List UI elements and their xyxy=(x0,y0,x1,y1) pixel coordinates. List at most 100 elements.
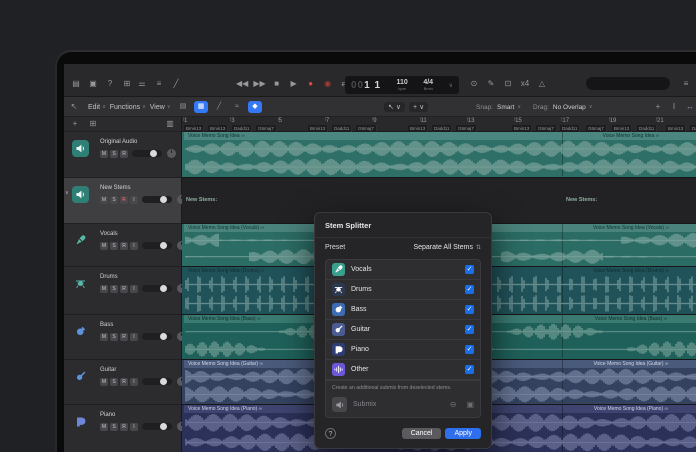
mute-button[interactable]: M xyxy=(100,149,108,158)
mute-button[interactable]: M xyxy=(100,241,108,250)
chord-marker[interactable]: Bmin13 xyxy=(666,125,687,132)
lcd-display[interactable]: 001 1 110 bpm 4/4 Bmin ∨ xyxy=(345,76,459,94)
record-enable-button[interactable]: R xyxy=(120,241,128,250)
chord-marker[interactable]: Dadd11 xyxy=(560,125,581,132)
snap-selector[interactable]: Smart ∨ xyxy=(497,104,521,111)
volume-knob[interactable] xyxy=(150,150,157,157)
chord-marker[interactable]: G6maj7 xyxy=(356,125,377,132)
stem-row-vocals[interactable]: Vocals ✓ xyxy=(326,260,480,280)
audio-region[interactable]: Voice Memo Song Idea ∞ Voice Memo Song Id… xyxy=(184,132,696,176)
solo-button[interactable]: S xyxy=(110,149,118,158)
stem-checkbox[interactable]: ✓ xyxy=(465,345,474,354)
record-enable-button[interactable]: R xyxy=(120,284,128,293)
chord-marker[interactable]: Dadd11 xyxy=(432,125,453,132)
crosshair-icon[interactable]: + xyxy=(652,100,664,114)
tuner-icon[interactable]: ⊙ xyxy=(468,77,480,91)
input-monitor-button[interactable]: I xyxy=(130,284,138,293)
regions-view-icon[interactable]: ▦ xyxy=(194,101,208,113)
stack-disclosure-icon[interactable]: ∨ xyxy=(65,190,69,196)
apply-button[interactable]: Apply xyxy=(445,428,481,439)
bar-ruler[interactable]: 1 3 5 7 9 11 13 15 17 19 21 Bmin13 Bmin13 Dadd11 G6maj… xyxy=(182,117,696,132)
chord-marker[interactable]: Bmin13 xyxy=(308,125,329,132)
quick-help-icon[interactable]: ? xyxy=(104,77,116,91)
chord-marker[interactable]: G6maj7 xyxy=(536,125,557,132)
chord-marker[interactable]: Bmin13 xyxy=(184,125,205,132)
input-monitor-button[interactable]: I xyxy=(130,332,138,341)
chord-marker[interactable]: Bmin13 xyxy=(208,125,229,132)
track-header-vocals[interactable]: Vocals M S R I xyxy=(64,224,186,267)
preset-dropdown[interactable]: Separate All Stems ⇅ xyxy=(413,244,481,251)
record-enable-button[interactable]: R xyxy=(120,195,128,204)
track-header-bass[interactable]: Bass M S R I xyxy=(64,315,186,360)
solo-button[interactable]: S xyxy=(110,195,118,204)
division-display[interactable]: x4 xyxy=(519,77,531,91)
library-icon[interactable]: ▤ xyxy=(70,77,82,91)
editors-icon[interactable]: ╱ xyxy=(170,77,182,91)
mixer-icon[interactable]: ≡ xyxy=(153,77,165,91)
chord-marker[interactable]: G6maj7 xyxy=(256,125,277,132)
record-button[interactable]: ● xyxy=(305,77,317,91)
mute-button[interactable]: M xyxy=(100,284,108,293)
input-monitor-button[interactable]: I xyxy=(130,422,138,431)
track-header-piano[interactable]: Piano M S R I xyxy=(64,405,186,452)
lcd-chevron-icon[interactable]: ∨ xyxy=(449,82,453,89)
stem-row-bass[interactable]: Bass ✓ xyxy=(326,300,480,320)
solo-button[interactable]: S xyxy=(110,422,118,431)
edit-menu[interactable]: Edit ∨ xyxy=(88,104,106,111)
track-zoom-button[interactable]: ▥ xyxy=(164,117,176,131)
stem-row-piano[interactable]: Piano ✓ xyxy=(326,340,480,360)
inspector-icon[interactable]: ▣ xyxy=(87,77,99,91)
chord-marker[interactable]: Bmin13 xyxy=(512,125,533,132)
track-header-drums[interactable]: Drums M S R I xyxy=(64,267,186,315)
chord-marker[interactable]: G6maj7 xyxy=(586,125,607,132)
capture-record-button[interactable]: ◉ xyxy=(322,77,334,91)
stem-splitter-icon[interactable]: ◆ xyxy=(248,101,262,113)
replace-icon[interactable]: ✎ xyxy=(485,77,497,91)
stem-row-other[interactable]: Other ✓ xyxy=(326,360,480,380)
track-header-original-audio[interactable]: Original Audio M S R xyxy=(64,132,181,178)
volume-slider[interactable] xyxy=(142,423,172,430)
record-enable-button[interactable]: R xyxy=(120,377,128,386)
chord-marker[interactable]: Dadd11 xyxy=(332,125,353,132)
chord-marker[interactable]: Bmin13 xyxy=(408,125,429,132)
chord-marker[interactable]: Dadd11 xyxy=(690,125,696,132)
text-cursor-icon[interactable]: I xyxy=(668,100,680,114)
chord-marker[interactable]: Dadd11 xyxy=(637,125,658,132)
input-monitor-button[interactable]: I xyxy=(130,377,138,386)
toolbar-toggle-icon[interactable]: ⊞ xyxy=(121,77,133,91)
mute-button[interactable]: M xyxy=(100,195,108,204)
volume-slider[interactable] xyxy=(142,333,172,340)
pan-knob[interactable] xyxy=(167,149,176,158)
volume-slider[interactable] xyxy=(142,285,172,292)
mute-button[interactable]: M xyxy=(100,422,108,431)
flex-icon[interactable]: ≈ xyxy=(230,101,244,113)
record-enable-button[interactable]: R xyxy=(120,149,128,158)
list-editors-button[interactable]: ≡ xyxy=(680,77,692,91)
volume-slider[interactable] xyxy=(142,378,172,385)
view-menu[interactable]: View ∨ xyxy=(150,104,171,111)
h-zoom-icon[interactable]: ↔ xyxy=(684,100,696,114)
stem-row-guitar[interactable]: Guitar ✓ xyxy=(326,320,480,340)
volume-slider[interactable] xyxy=(132,150,162,157)
stem-checkbox[interactable]: ✓ xyxy=(465,305,474,314)
cancel-button[interactable]: Cancel xyxy=(401,428,442,439)
volume-knob[interactable] xyxy=(160,423,167,430)
solo-button[interactable]: S xyxy=(110,377,118,386)
smart-controls-icon[interactable]: ⚌ xyxy=(136,77,148,91)
submix-box-icon[interactable]: ▣ xyxy=(466,400,474,409)
volume-knob[interactable] xyxy=(160,285,167,292)
stop-button[interactable]: ■ xyxy=(271,77,283,91)
pointer-tool-selector[interactable]: ↖ ∨ xyxy=(384,102,405,112)
chord-marker[interactable]: Dadd11 xyxy=(232,125,253,132)
record-enable-button[interactable]: R xyxy=(120,332,128,341)
forward-button[interactable]: ▶▶ xyxy=(253,77,265,91)
stem-checkbox[interactable]: ✓ xyxy=(465,285,474,294)
chord-marker[interactable]: Bmin13 xyxy=(612,125,633,132)
functions-menu[interactable]: Functions ∨ xyxy=(110,104,146,111)
help-button[interactable]: ? xyxy=(325,428,336,439)
play-button[interactable]: ▶ xyxy=(288,77,300,91)
volume-knob[interactable] xyxy=(160,242,167,249)
mute-button[interactable]: M xyxy=(100,332,108,341)
mute-button[interactable]: M xyxy=(100,377,108,386)
duplicate-track-button[interactable]: ⊞ xyxy=(87,117,99,131)
